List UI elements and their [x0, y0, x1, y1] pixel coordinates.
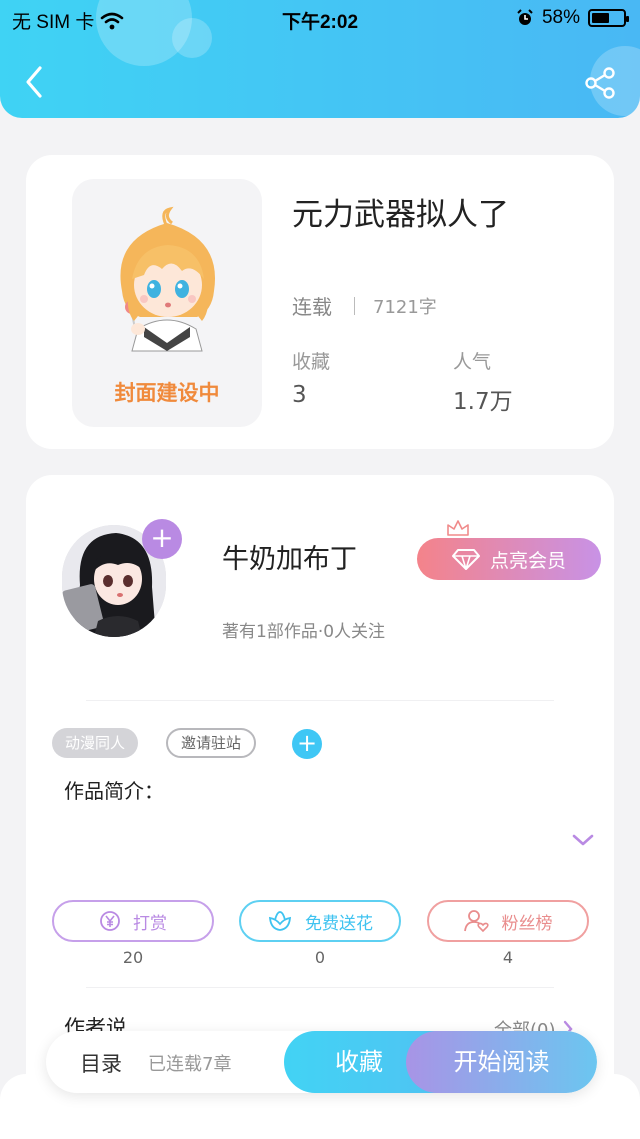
stat-label: 收藏: [292, 351, 331, 373]
intro-title: 作品简介：: [64, 779, 164, 803]
book-cover[interactable]: 封面建设中: [72, 179, 262, 427]
stat-value: 3: [292, 382, 307, 408]
tip-count: 20: [122, 948, 144, 967]
book-title: 元力武器拟人了: [292, 197, 509, 233]
stat-label: 人气: [453, 351, 492, 373]
vip-button-label: 点亮会员: [489, 549, 566, 572]
chevron-down-icon[interactable]: [572, 833, 594, 847]
alarm-icon: [517, 9, 533, 25]
section-divider: [86, 700, 554, 701]
yen-coin-icon: [100, 911, 120, 931]
fans-count: 4: [502, 948, 514, 967]
back-icon[interactable]: [20, 64, 50, 100]
send-flower-button[interactable]: 免费送花: [239, 900, 401, 942]
author-name[interactable]: 牛奶加布丁: [222, 537, 357, 576]
share-icon[interactable]: [584, 66, 618, 100]
tip-label: 打赏: [133, 913, 167, 934]
status-bar: 无 SIM 卡 下午2:02 58%: [0, 0, 640, 36]
book-info-card: 封面建设中 元力武器拟人了 连载 7121字 收藏 3 人气 1.7万: [26, 155, 614, 449]
crown-icon: [447, 520, 469, 536]
tip-button[interactable]: 打赏: [52, 900, 214, 942]
cover-mascot-illustration: [120, 206, 216, 352]
chapter-count: 已连载7章: [148, 1054, 232, 1075]
bottom-action-bar: 目录 已连载7章 收藏 开始阅读: [46, 1031, 597, 1093]
serial-status: 连载: [292, 295, 332, 319]
flower-label: 免费送花: [305, 913, 373, 934]
stat-popularity: 人气 1.7万: [453, 347, 513, 416]
meta-divider: [354, 296, 355, 315]
add-tag-button[interactable]: +: [292, 729, 322, 759]
fan-ranking-button[interactable]: 粉丝榜: [427, 900, 589, 942]
stat-favorites: 收藏 3: [292, 347, 330, 408]
start-reading-button[interactable]: 开始阅读: [406, 1031, 597, 1093]
diamond-icon: [451, 549, 480, 570]
section-divider: [86, 987, 554, 988]
word-count: 7121字: [373, 296, 437, 318]
flower-count: 0: [314, 948, 326, 967]
author-works-summary: 著有1部作品·0人关注: [222, 622, 386, 642]
top-header: 无 SIM 卡 下午2:02 58%: [0, 0, 640, 118]
stat-value: 1.7万: [453, 389, 513, 415]
user-heart-icon: [463, 910, 489, 933]
fans-label: 粉丝榜: [501, 913, 553, 934]
book-meta: 连载 7121字: [292, 291, 437, 320]
activate-vip-button[interactable]: 点亮会员: [417, 538, 601, 580]
tag-invite[interactable]: 邀请驻站: [166, 728, 257, 758]
table-of-contents-button[interactable]: 目录: [80, 1048, 122, 1078]
battery-fill: [592, 13, 609, 23]
battery-icon: [588, 9, 629, 27]
flower-icon: [268, 911, 292, 931]
tag-category[interactable]: 动漫同人: [52, 728, 139, 758]
cover-placeholder-text: 封面建设中: [114, 381, 220, 405]
battery-percent: 58%: [541, 7, 580, 28]
follow-author-button[interactable]: +: [142, 519, 182, 559]
